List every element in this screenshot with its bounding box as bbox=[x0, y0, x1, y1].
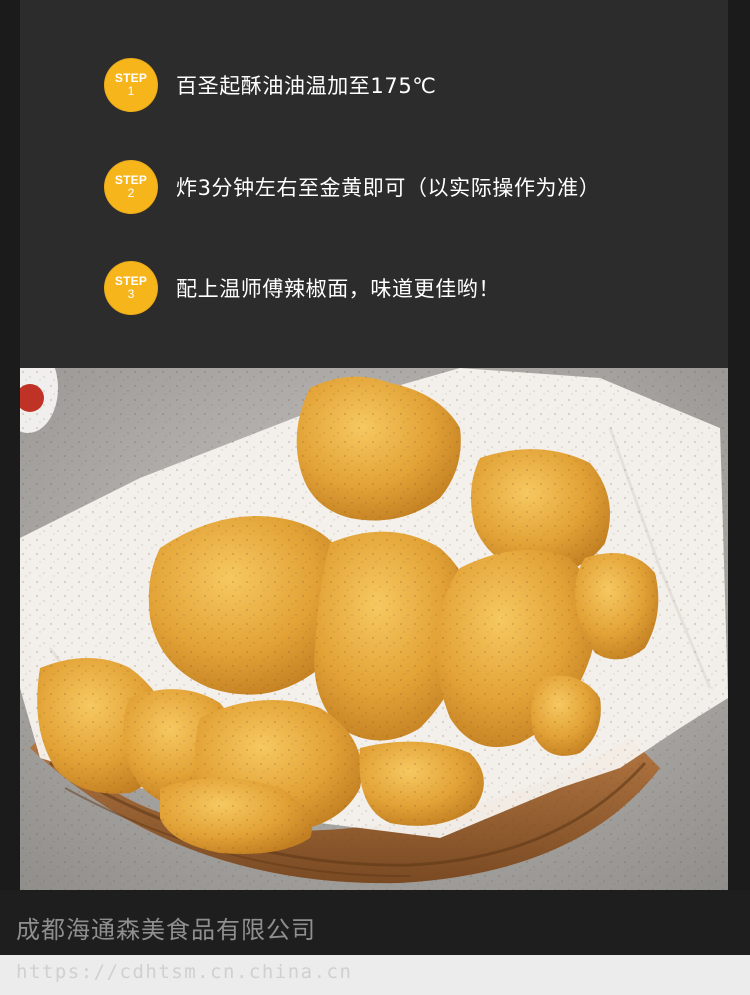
step-badge: STEP 1 bbox=[104, 58, 158, 112]
footer: 成都海通森美食品有限公司 https://cdhtsm.cn.china.cn bbox=[0, 890, 750, 995]
company-name: 成都海通森美食品有限公司 bbox=[16, 916, 316, 944]
website-url[interactable]: https://cdhtsm.cn.china.cn bbox=[16, 961, 352, 983]
url-watermark-strip: https://cdhtsm.cn.china.cn bbox=[0, 955, 750, 995]
nuggets-illustration bbox=[20, 368, 728, 890]
step-1: STEP 1 百圣起酥油油温加至175℃ bbox=[104, 57, 436, 113]
step-text: 百圣起酥油油温加至175℃ bbox=[176, 74, 437, 98]
step-badge-number: 2 bbox=[127, 186, 135, 200]
step-text: 配上温师傅辣椒面，味道更佳哟！ bbox=[176, 277, 500, 301]
step-3: STEP 3 配上温师傅辣椒面，味道更佳哟！ bbox=[104, 260, 500, 316]
step-badge: STEP 3 bbox=[104, 261, 158, 315]
fried-chicken-nuggets-photo bbox=[20, 368, 728, 890]
steps-panel: STEP 1 百圣起酥油油温加至175℃ STEP 2 炸3分钟左右至金黄即可（… bbox=[20, 0, 728, 368]
page: STEP 1 百圣起酥油油温加至175℃ STEP 2 炸3分钟左右至金黄即可（… bbox=[0, 0, 750, 995]
step-badge-number: 1 bbox=[127, 84, 135, 98]
step-2: STEP 2 炸3分钟左右至金黄即可（以实际操作为准） bbox=[104, 159, 600, 215]
step-badge: STEP 2 bbox=[104, 160, 158, 214]
step-badge-number: 3 bbox=[127, 287, 135, 301]
step-text: 炸3分钟左右至金黄即可（以实际操作为准） bbox=[176, 176, 601, 200]
